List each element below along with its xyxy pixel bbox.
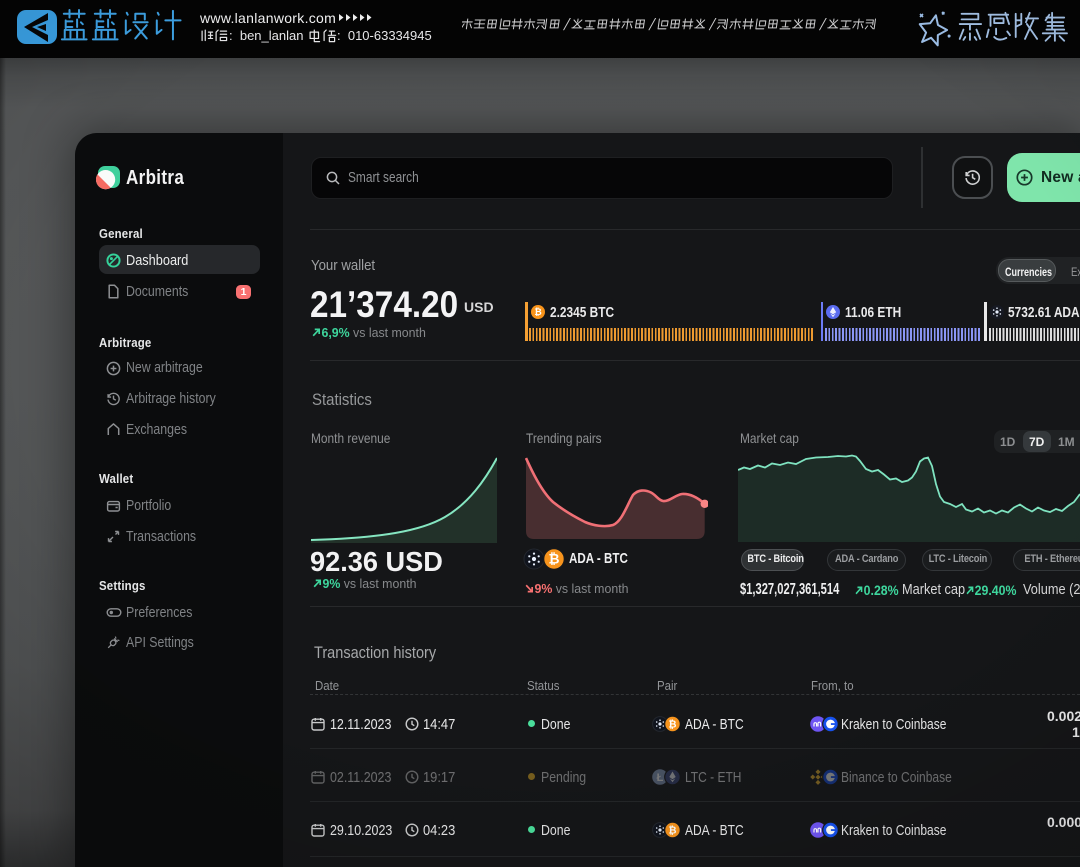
svg-text:Ł: Ł xyxy=(657,772,664,784)
svg-text:₿: ₿ xyxy=(668,824,676,836)
